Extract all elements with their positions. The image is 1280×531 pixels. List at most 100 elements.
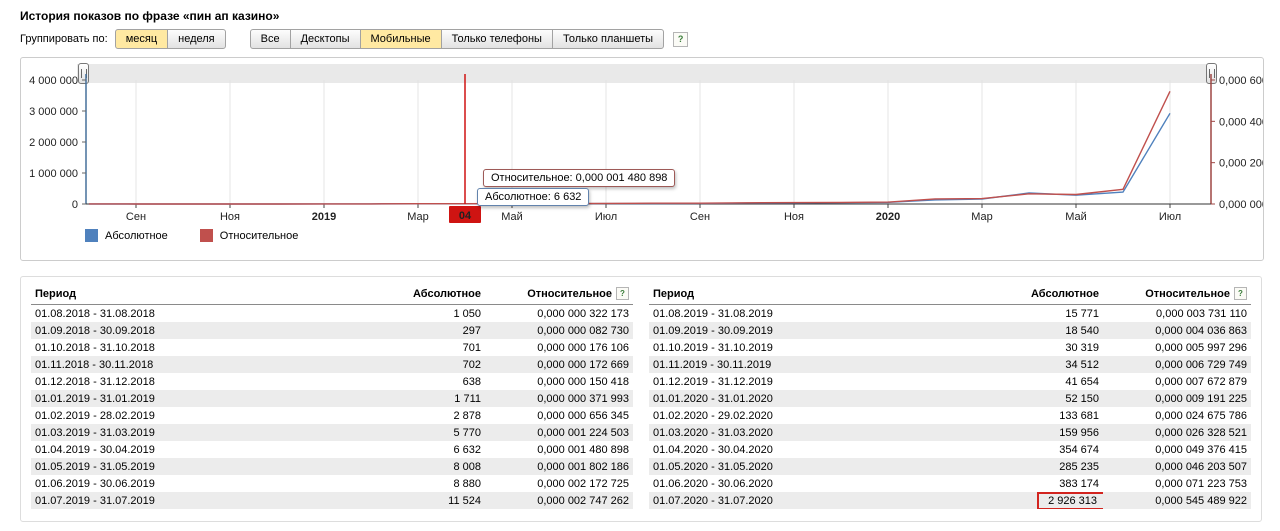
absolute-cell: 8 880 xyxy=(377,475,485,492)
column-header-period: Период xyxy=(31,285,377,305)
absolute-cell: 6 632 xyxy=(377,441,485,458)
svg-text:Мар: Мар xyxy=(407,211,429,223)
legend-swatch-icon xyxy=(85,229,98,242)
absolute-cell: 2 926 313 xyxy=(995,492,1103,509)
period-cell: 01.09.2018 - 30.09.2018 xyxy=(31,322,377,339)
period-cell: 01.10.2019 - 31.10.2019 xyxy=(649,339,995,356)
table-row: 01.10.2019 - 31.10.201930 3190,000 005 9… xyxy=(649,339,1251,356)
table-row: 01.10.2018 - 31.10.20187010,000 000 176 … xyxy=(31,339,633,356)
table-row: 01.06.2019 - 30.06.20198 8800,000 002 17… xyxy=(31,475,633,492)
history-table-right: Период Абсолютное Относительное? 01.08.2… xyxy=(649,285,1251,509)
absolute-cell: 297 xyxy=(377,322,485,339)
legend-item: Абсолютное xyxy=(85,229,168,242)
svg-text:0,000 400: 0,000 400 xyxy=(1219,116,1263,128)
svg-text:2 000 000: 2 000 000 xyxy=(29,137,78,149)
relative-cell: 0,000 000 176 106 xyxy=(485,339,633,356)
relative-cell: 0,000 004 036 863 xyxy=(1103,322,1251,339)
svg-text:4 000 000: 4 000 000 xyxy=(29,75,78,87)
table-header-row: Период Абсолютное Относительное? xyxy=(649,285,1251,305)
svg-text:Май: Май xyxy=(1065,211,1087,223)
table-row: 01.07.2020 - 31.07.20202 926 3130,000 54… xyxy=(649,492,1251,509)
relative-cell: 0,000 000 150 418 xyxy=(485,373,633,390)
svg-text:Ноя: Ноя xyxy=(784,211,804,223)
table-row: 01.09.2018 - 30.09.20182970,000 000 082 … xyxy=(31,322,633,339)
absolute-cell: 15 771 xyxy=(995,305,1103,323)
tooltip-absolute: Абсолютное: 6 632 xyxy=(477,188,589,206)
relative-cell: 0,000 001 224 503 xyxy=(485,424,633,441)
absolute-cell: 159 956 xyxy=(995,424,1103,441)
relative-cell: 0,000 024 675 786 xyxy=(1103,407,1251,424)
absolute-cell: 1 050 xyxy=(377,305,485,323)
relative-cell: 0,000 002 172 725 xyxy=(485,475,633,492)
grouping-button-group: месяцнеделя xyxy=(115,29,226,49)
period-cell: 01.06.2019 - 30.06.2019 xyxy=(31,475,377,492)
period-cell: 01.04.2019 - 30.04.2019 xyxy=(31,441,377,458)
relative-cell: 0,000 545 489 922 xyxy=(1103,492,1251,509)
period-cell: 01.12.2019 - 31.12.2019 xyxy=(649,373,995,390)
legend-label: Абсолютное xyxy=(105,230,168,242)
period-cell: 01.05.2019 - 31.05.2019 xyxy=(31,458,377,475)
impressions-history-chart: 4 000 0003 000 0002 000 0001 000 00000,0… xyxy=(20,57,1264,261)
svg-text:2020: 2020 xyxy=(876,211,900,223)
period-cell: 01.01.2019 - 31.01.2019 xyxy=(31,390,377,407)
device-button-3[interactable]: Только телефоны xyxy=(441,29,553,49)
absolute-cell: 285 235 xyxy=(995,458,1103,475)
period-cell: 01.10.2018 - 31.10.2018 xyxy=(31,339,377,356)
device-button-4[interactable]: Только планшеты xyxy=(552,29,664,49)
column-header-absolute: Абсолютное xyxy=(377,285,485,305)
table-row: 01.03.2019 - 31.03.20195 7700,000 001 22… xyxy=(31,424,633,441)
relative-cell: 0,000 049 376 415 xyxy=(1103,441,1251,458)
svg-text:Июл: Июл xyxy=(595,211,617,223)
absolute-cell: 41 654 xyxy=(995,373,1103,390)
table-row: 01.11.2018 - 30.11.20187020,000 000 172 … xyxy=(31,356,633,373)
relative-cell: 0,000 002 747 262 xyxy=(485,492,633,509)
relative-cell: 0,000 000 082 730 xyxy=(485,322,633,339)
grouping-button-1[interactable]: неделя xyxy=(167,29,226,49)
period-cell: 01.05.2020 - 31.05.2020 xyxy=(649,458,995,475)
period-cell: 01.06.2020 - 30.06.2020 xyxy=(649,475,995,492)
relative-cell: 0,000 000 172 669 xyxy=(485,356,633,373)
grouping-label: Группировать по: xyxy=(20,33,108,45)
absolute-cell: 702 xyxy=(377,356,485,373)
relative-cell: 0,000 006 729 749 xyxy=(1103,356,1251,373)
table-row: 01.04.2020 - 30.04.2020354 6740,000 049 … xyxy=(649,441,1251,458)
history-tables-panel: Период Абсолютное Относительное? 01.08.2… xyxy=(20,276,1262,522)
table-row: 01.12.2019 - 31.12.201941 6540,000 007 6… xyxy=(649,373,1251,390)
absolute-cell: 383 174 xyxy=(995,475,1103,492)
svg-text:Май: Май xyxy=(501,211,523,223)
table-row: 01.07.2019 - 31.07.201911 5240,000 002 7… xyxy=(31,492,633,509)
chart-legend: Абсолютное Относительное xyxy=(85,229,298,242)
relative-cell: 0,000 003 731 110 xyxy=(1103,305,1251,323)
period-cell: 01.02.2019 - 28.02.2019 xyxy=(31,407,377,424)
help-icon[interactable]: ? xyxy=(616,287,629,300)
highlighted-value: 2 926 313 xyxy=(1037,492,1103,509)
help-icon[interactable]: ? xyxy=(1234,287,1247,300)
relative-cell: 0,000 001 480 898 xyxy=(485,441,633,458)
device-button-1[interactable]: Десктопы xyxy=(290,29,361,49)
svg-text:Сен: Сен xyxy=(690,211,710,223)
relative-cell: 0,000 026 328 521 xyxy=(1103,424,1251,441)
relative-cell: 0,000 009 191 225 xyxy=(1103,390,1251,407)
relative-cell: 0,000 000 371 993 xyxy=(485,390,633,407)
svg-text:Июл: Июл xyxy=(1159,211,1181,223)
svg-text:1 000 000: 1 000 000 xyxy=(29,168,78,180)
table-row: 01.09.2019 - 30.09.201918 5400,000 004 0… xyxy=(649,322,1251,339)
svg-text:2019: 2019 xyxy=(312,211,336,223)
absolute-cell: 701 xyxy=(377,339,485,356)
absolute-cell: 8 008 xyxy=(377,458,485,475)
legend-label: Относительное xyxy=(220,230,299,242)
help-icon[interactable]: ? xyxy=(673,32,688,47)
absolute-cell: 638 xyxy=(377,373,485,390)
period-cell: 01.08.2018 - 31.08.2018 xyxy=(31,305,377,323)
device-button-2[interactable]: Мобильные xyxy=(360,29,442,49)
svg-text:0,000 000: 0,000 000 xyxy=(1219,199,1263,211)
relative-cell: 0,000 000 656 345 xyxy=(485,407,633,424)
table-row: 01.01.2019 - 31.01.20191 7110,000 000 37… xyxy=(31,390,633,407)
svg-text:Сен: Сен xyxy=(126,211,146,223)
period-cell: 01.03.2020 - 31.03.2020 xyxy=(649,424,995,441)
table-row: 01.04.2019 - 30.04.20196 6320,000 001 48… xyxy=(31,441,633,458)
absolute-cell: 1 711 xyxy=(377,390,485,407)
device-button-0[interactable]: Все xyxy=(250,29,291,49)
period-cell: 01.08.2019 - 31.08.2019 xyxy=(649,305,995,323)
grouping-button-0[interactable]: месяц xyxy=(115,29,168,49)
